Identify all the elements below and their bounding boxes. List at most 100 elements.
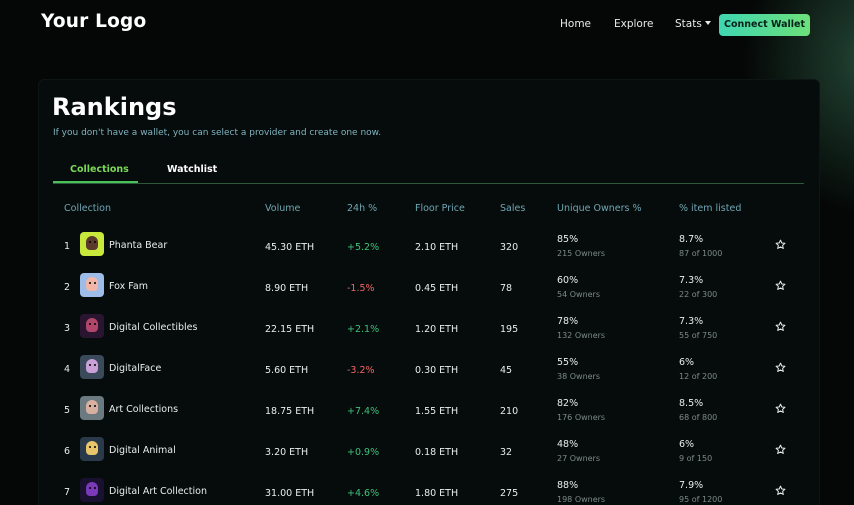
- items-listed-count: 22 of 300: [679, 290, 718, 299]
- column-header-change[interactable]: 24h %: [347, 203, 377, 214]
- table-row[interactable]: 6 Digital Animal 3.20 ETH +0.9% 0.18 ETH 32 48…: [53, 434, 804, 475]
- collection-name[interactable]: Art Collections: [109, 404, 178, 415]
- nav-home-link[interactable]: Home: [560, 18, 591, 30]
- items-listed-percent: 6%: [679, 357, 695, 368]
- rank-number: 2: [64, 282, 71, 293]
- floor-price-value: 1.20 ETH: [415, 324, 459, 335]
- items-listed-percent: 8.7%: [679, 234, 704, 245]
- floor-price-value: 2.10 ETH: [415, 242, 459, 253]
- sales-value: 210: [500, 406, 519, 417]
- table-row[interactable]: 5 Art Collections 18.75 ETH +7.4% 1.55 ETH 21…: [53, 393, 804, 434]
- sales-value: 320: [500, 242, 519, 253]
- unique-owners-count: 215 Owners: [557, 249, 606, 258]
- unique-owners-count: 132 Owners: [557, 331, 606, 340]
- unique-owners-percent: 88%: [557, 480, 579, 491]
- items-listed-count: 55 of 750: [679, 331, 718, 340]
- star-outline-icon[interactable]: [775, 403, 786, 417]
- change-value: +2.1%: [347, 324, 380, 335]
- unique-owners-percent: 60%: [557, 275, 579, 286]
- change-value: +7.4%: [347, 406, 380, 417]
- star-outline-icon[interactable]: [775, 362, 786, 376]
- star-outline-icon[interactable]: [775, 280, 786, 294]
- sales-value: 195: [500, 324, 519, 335]
- sales-value: 78: [500, 283, 513, 294]
- items-listed-percent: 7.3%: [679, 275, 704, 286]
- collection-thumbnail[interactable]: [80, 355, 104, 379]
- connect-wallet-button[interactable]: Connect Wallet: [719, 14, 810, 36]
- items-listed-count: 95 of 1200: [679, 495, 723, 504]
- unique-owners-count: 176 Owners: [557, 413, 606, 422]
- collection-thumbnail[interactable]: [80, 437, 104, 461]
- unique-owners-count: 54 Owners: [557, 290, 601, 299]
- floor-price-value: 0.18 ETH: [415, 447, 459, 458]
- change-value: +0.9%: [347, 447, 380, 458]
- collection-name[interactable]: DigitalFace: [109, 363, 161, 374]
- column-header-collection[interactable]: Collection: [64, 203, 111, 214]
- volume-value: 8.90 ETH: [265, 283, 309, 294]
- items-listed-count: 9 of 150: [679, 454, 713, 463]
- unique-owners-count: 38 Owners: [557, 372, 601, 381]
- collection-name[interactable]: Fox Fam: [109, 281, 148, 292]
- unique-owners-percent: 48%: [557, 439, 579, 450]
- items-listed-count: 12 of 200: [679, 372, 718, 381]
- items-listed-count: 87 of 1000: [679, 249, 723, 258]
- items-listed-percent: 7.9%: [679, 480, 704, 491]
- items-listed-percent: 8.5%: [679, 398, 704, 409]
- star-outline-icon[interactable]: [775, 485, 786, 499]
- table-row[interactable]: 1 Phanta Bear 45.30 ETH +5.2% 2.10 ETH 320 85%…: [53, 229, 804, 270]
- top-navbar: Your Logo Home Explore Stats Connect Wal…: [0, 0, 854, 50]
- rank-number: 3: [64, 323, 71, 334]
- nav-stats-label: Stats: [675, 18, 702, 30]
- star-outline-icon[interactable]: [775, 321, 786, 335]
- floor-price-value: 0.30 ETH: [415, 365, 459, 376]
- active-tab-indicator: [53, 181, 138, 183]
- volume-value: 22.15 ETH: [265, 324, 315, 335]
- collection-name[interactable]: Phanta Bear: [109, 240, 167, 251]
- collection-name[interactable]: Digital Collectibles: [109, 322, 197, 333]
- change-value: -1.5%: [347, 283, 375, 294]
- column-header-unique-owners[interactable]: Unique Owners %: [557, 203, 642, 214]
- items-listed-percent: 6%: [679, 439, 695, 450]
- change-value: +5.2%: [347, 242, 380, 253]
- column-header-sales[interactable]: Sales: [500, 203, 525, 214]
- table-row[interactable]: 2 Fox Fam 8.90 ETH -1.5% 0.45 ETH 78 60% 54 Own…: [53, 270, 804, 311]
- star-outline-icon[interactable]: [775, 444, 786, 458]
- sales-value: 275: [500, 488, 519, 499]
- floor-price-value: 0.45 ETH: [415, 283, 459, 294]
- sales-value: 32: [500, 447, 513, 458]
- tab-collections[interactable]: Collections: [70, 164, 129, 175]
- collection-name[interactable]: Digital Animal: [109, 445, 176, 456]
- collection-name[interactable]: Digital Art Collection: [109, 486, 207, 497]
- column-header-items-listed[interactable]: % item listed: [679, 203, 741, 214]
- collection-thumbnail[interactable]: [80, 478, 104, 502]
- collection-thumbnail[interactable]: [80, 396, 104, 420]
- column-header-volume[interactable]: Volume: [265, 203, 300, 214]
- page-subtitle: If you don't have a wallet, you can sele…: [53, 128, 382, 138]
- unique-owners-percent: 78%: [557, 316, 579, 327]
- sales-value: 45: [500, 365, 513, 376]
- chevron-down-icon: [704, 21, 711, 25]
- nav-stats-dropdown[interactable]: Stats: [675, 18, 711, 30]
- table-row[interactable]: 7 Digital Art Collection 31.00 ETH +4.6% 1.8…: [53, 475, 804, 505]
- rank-number: 1: [64, 241, 71, 252]
- unique-owners-count: 198 Owners: [557, 495, 606, 504]
- volume-value: 45.30 ETH: [265, 242, 315, 253]
- table-row[interactable]: 3 Digital Collectibles 22.15 ETH +2.1% 1.20 …: [53, 311, 804, 352]
- change-value: -3.2%: [347, 365, 375, 376]
- volume-value: 3.20 ETH: [265, 447, 309, 458]
- floor-price-value: 1.80 ETH: [415, 488, 459, 499]
- collection-thumbnail[interactable]: [80, 232, 104, 256]
- table-row[interactable]: 4 DigitalFace 5.60 ETH -3.2% 0.30 ETH 45 55% 38…: [53, 352, 804, 393]
- star-outline-icon[interactable]: [775, 239, 786, 253]
- logo[interactable]: Your Logo: [41, 11, 146, 32]
- column-header-floor-price[interactable]: Floor Price: [415, 203, 465, 214]
- nav-explore-link[interactable]: Explore: [614, 18, 653, 30]
- unique-owners-percent: 82%: [557, 398, 579, 409]
- rank-number: 4: [64, 364, 71, 375]
- tab-watchlist[interactable]: Watchlist: [167, 164, 217, 175]
- unique-owners-percent: 55%: [557, 357, 579, 368]
- page-title: Rankings: [52, 93, 177, 121]
- items-listed-count: 68 of 800: [679, 413, 718, 422]
- collection-thumbnail[interactable]: [80, 273, 104, 297]
- collection-thumbnail[interactable]: [80, 314, 104, 338]
